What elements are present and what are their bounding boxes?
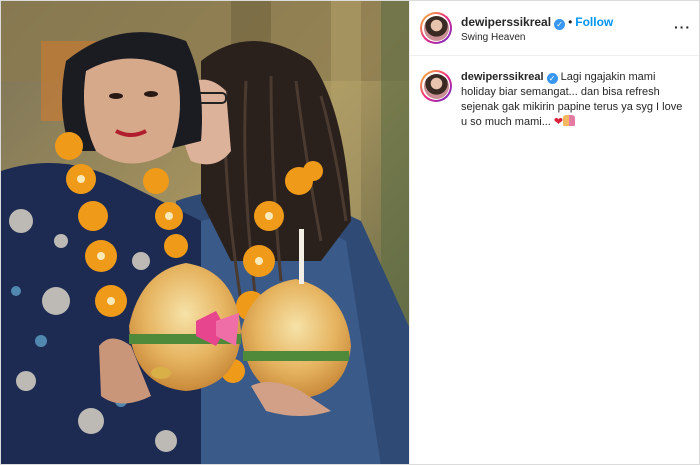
- avatar-ring: [422, 14, 450, 42]
- family-emoji-icon: [563, 115, 576, 126]
- avatar-ring: [422, 72, 450, 100]
- profile-avatar[interactable]: [420, 12, 452, 44]
- caption-text-block: dewiperssikreal ✓ Lagi ngajakin mami holi…: [461, 70, 689, 130]
- verified-badge-icon: ✓: [554, 18, 566, 30]
- separator-dot: •: [568, 14, 573, 29]
- instagram-post: dewiperssikreal ✓ • Follow Swing Heaven ···…: [0, 0, 700, 465]
- more-options-icon[interactable]: ···: [674, 19, 691, 35]
- post-header: dewiperssikreal ✓ • Follow Swing Heaven ···: [410, 1, 699, 56]
- post-sidebar: dewiperssikreal ✓ • Follow Swing Heaven ···…: [409, 1, 699, 464]
- caption-avatar[interactable]: [420, 70, 452, 102]
- header-text: dewiperssikreal ✓ • Follow Swing Heaven: [461, 12, 613, 45]
- post-photo[interactable]: [1, 1, 409, 464]
- verified-badge-icon: ✓: [546, 73, 558, 84]
- follow-button[interactable]: Follow: [575, 15, 613, 29]
- avatar-photo: [423, 73, 449, 99]
- avatar-photo: [423, 15, 449, 41]
- location-link[interactable]: Swing Heaven: [461, 32, 613, 45]
- caption-username[interactable]: dewiperssikreal: [461, 71, 544, 83]
- photo-illustration: [1, 1, 409, 464]
- header-username[interactable]: dewiperssikreal: [461, 15, 551, 29]
- heart-emoji-icon: ❤: [553, 116, 564, 128]
- caption-comment: dewiperssikreal ✓ Lagi ngajakin mami holi…: [410, 56, 699, 130]
